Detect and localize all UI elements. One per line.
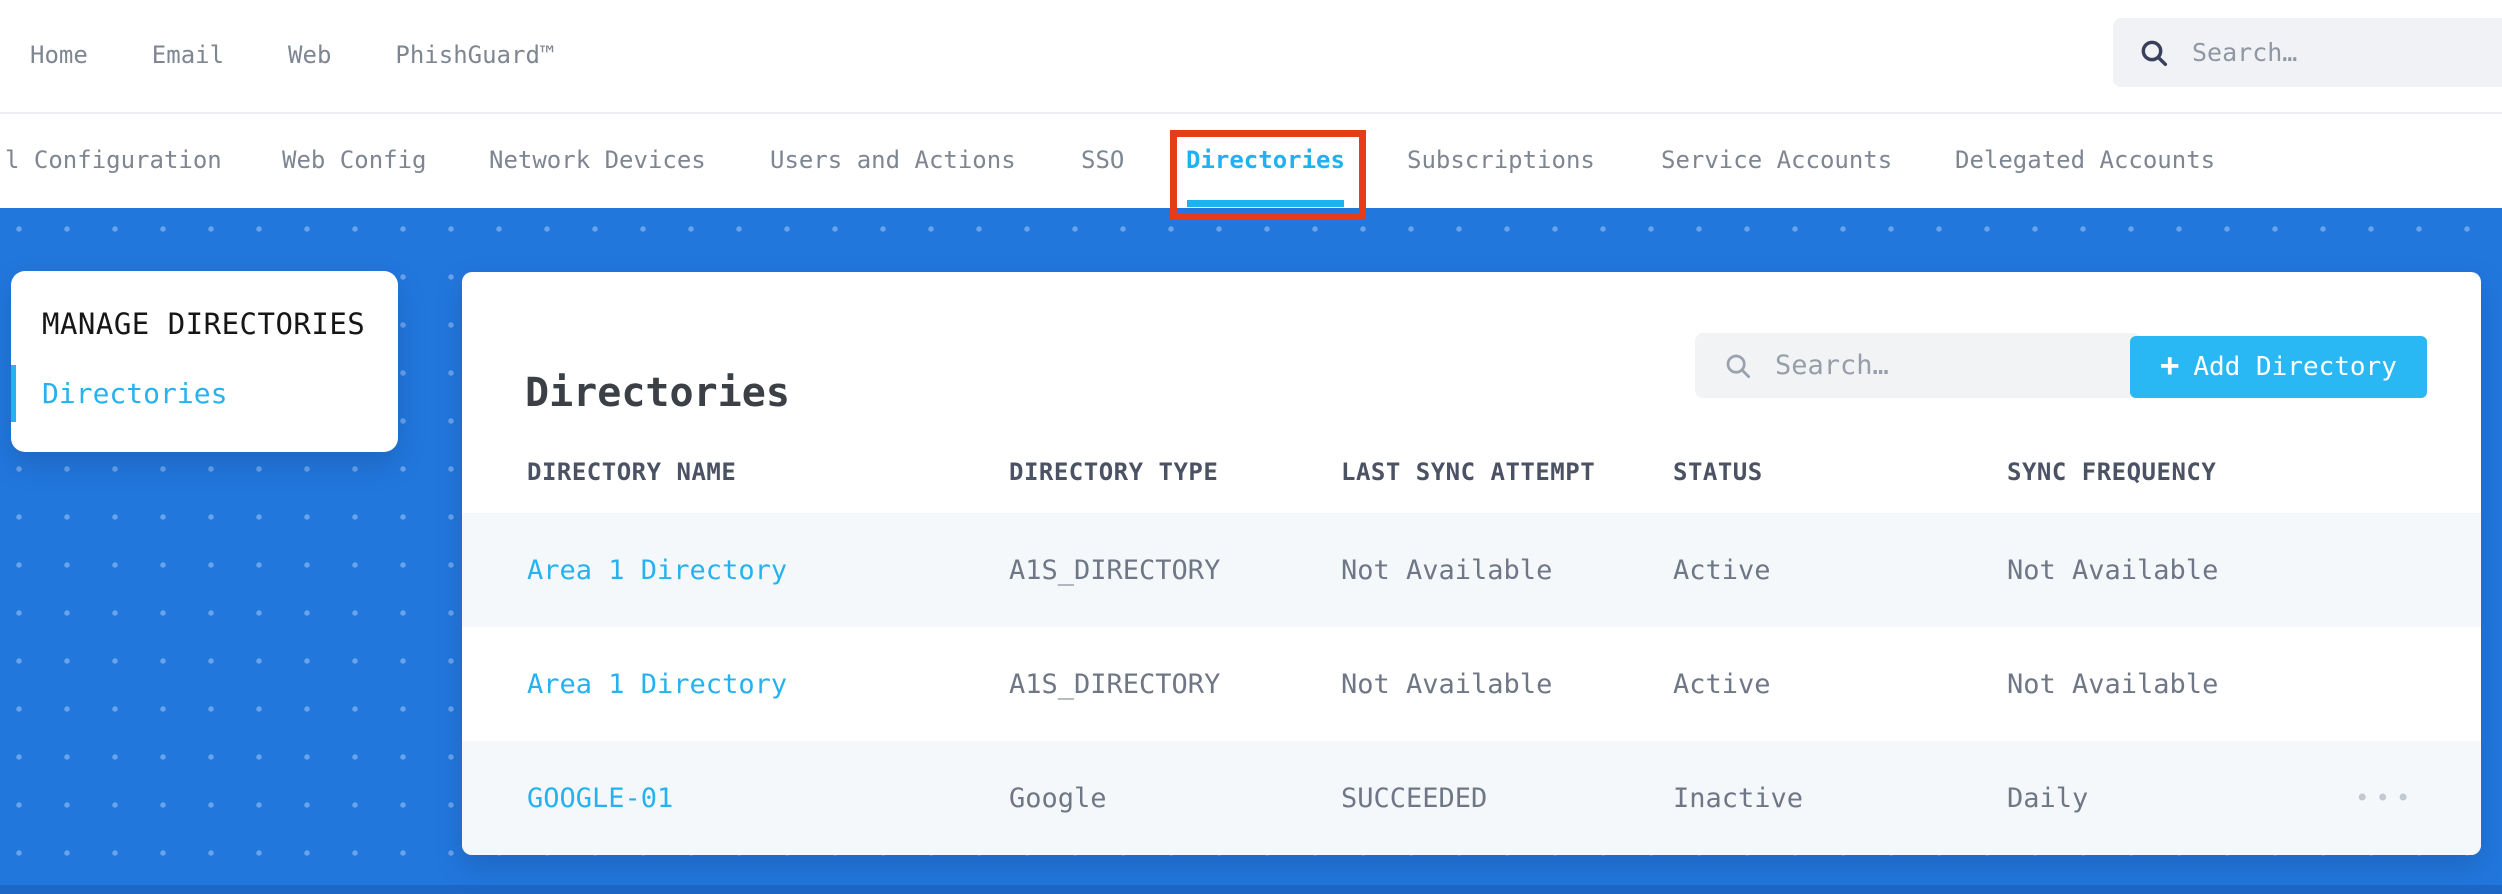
tab-service-accounts[interactable]: Service Accounts [1661,112,1892,208]
col-header-status: STATUS [1673,458,1763,486]
row-actions-ellipsis-icon[interactable]: ••• [2355,786,2465,810]
tab-sso[interactable]: SSO [1081,112,1124,208]
sidebar-item-directories[interactable]: Directories [42,377,227,410]
section-tab-bar: l Configuration Web Config Network Devic… [0,112,2502,208]
bottom-edge-strip [0,885,2502,894]
last-sync-cell: Not Available [1341,668,1553,700]
tab-subscriptions[interactable]: Subscriptions [1407,112,1595,208]
add-directory-button[interactable]: + Add Directory [2130,336,2427,398]
global-search-box[interactable] [2113,18,2502,87]
tab-directories[interactable]: Directories [1186,112,1345,208]
directory-name-link[interactable]: Area 1 Directory [527,555,1009,586]
directory-name-link[interactable]: GOOGLE-01 [527,783,1009,814]
add-directory-button-label: Add Directory [2193,352,2397,382]
status-cell: Active [1673,668,1771,700]
global-search-input[interactable] [2190,37,2502,68]
directory-name-link[interactable]: Area 1 Directory [527,669,1009,700]
page-title: Directories [525,370,790,416]
sync-frequency-cell: Not Available [2007,554,2219,586]
col-header-last-sync-attempt: LAST SYNC ATTEMPT [1341,458,1596,486]
directory-type-cell: Google [1009,782,1107,814]
col-header-sync-frequency: SYNC FREQUENCY [2007,458,2217,486]
sidebar-card-title: MANAGE DIRECTORIES [42,307,366,341]
table-row: Area 1 Directory A1S_DIRECTORY Not Avail… [462,627,2481,741]
table-body: Area 1 Directory A1S_DIRECTORY Not Avail… [462,513,2481,855]
active-item-indicator [11,365,16,422]
col-header-directory-name: DIRECTORY NAME [527,458,737,486]
last-sync-cell: SUCCEEDED [1341,782,1488,814]
tab-email-configuration[interactable]: l Configuration [5,112,222,208]
directories-search-box[interactable] [1695,333,2141,398]
search-icon [2141,40,2168,66]
app-window: Home Email Web PhishGuard™ l Configurati… [0,0,2502,894]
tab-delegated-accounts[interactable]: Delegated Accounts [1955,112,2215,208]
status-cell: Active [1673,554,1771,586]
directory-type-cell: A1S_DIRECTORY [1009,554,1221,586]
table-row: Area 1 Directory A1S_DIRECTORY Not Avail… [462,513,2481,627]
tab-network-devices[interactable]: Network Devices [489,112,706,208]
last-sync-cell: Not Available [1341,554,1553,586]
search-icon [1726,354,1750,378]
sync-frequency-cell: Daily [2007,782,2089,814]
table-row: GOOGLE-01 Google SUCCEEDED Inactive Dail… [462,741,2481,855]
nav-item-web[interactable]: Web [288,41,331,69]
nav-item-email[interactable]: Email [152,41,224,69]
nav-item-phishguard[interactable]: PhishGuard™ [395,41,554,69]
manage-directories-card: MANAGE DIRECTORIES Directories [11,271,398,452]
directory-type-cell: A1S_DIRECTORY [1009,668,1221,700]
nav-item-home[interactable]: Home [30,41,88,69]
top-nav-bar: Home Email Web PhishGuard™ [0,0,2502,114]
status-cell: Inactive [1673,782,1804,814]
tab-users-and-actions[interactable]: Users and Actions [770,112,1016,208]
col-header-directory-type: DIRECTORY TYPE [1009,458,1219,486]
active-tab-underline [1187,200,1344,207]
top-nav-links: Home Email Web PhishGuard™ [30,0,554,110]
directories-search-input[interactable] [1773,349,2141,382]
plus-icon: + [2160,346,2180,384]
tab-web-config[interactable]: Web Config [282,112,427,208]
sync-frequency-cell: Not Available [2007,668,2219,700]
directories-panel: Directories + Add Directory DIRECTORY NA… [462,272,2481,855]
table-header-row: DIRECTORY NAME DIRECTORY TYPE LAST SYNC … [462,458,2481,486]
